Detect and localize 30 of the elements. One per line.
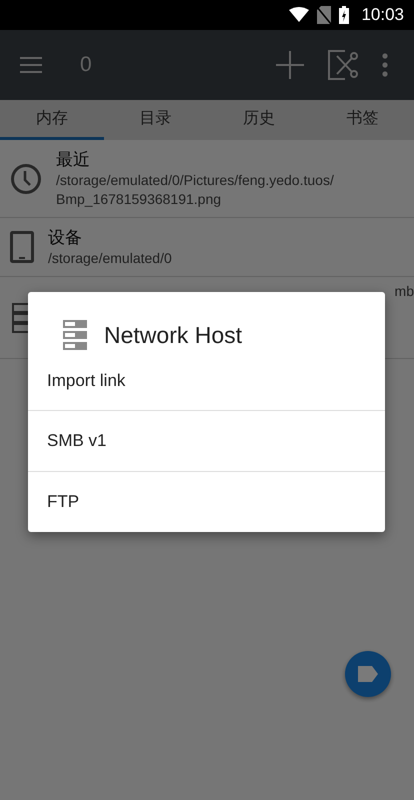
entry-path: /storage/emulated/0 <box>48 249 173 268</box>
clock-icon <box>10 162 42 194</box>
tab[interactable]: 历史 <box>207 100 310 140</box>
tab[interactable]: 内存 <box>0 100 104 140</box>
more-icon <box>382 53 388 77</box>
action-button[interactable] <box>345 651 391 697</box>
tab[interactable]: 书签 <box>310 100 414 140</box>
server-icon <box>63 320 87 350</box>
dialog-option[interactable]: Import link <box>28 364 385 410</box>
server-icon <box>12 302 30 332</box>
tab[interactable]: 目录 <box>104 100 207 140</box>
tablet-icon <box>10 231 34 263</box>
status-time: 10:03 <box>361 5 404 25</box>
scissors-icon <box>328 50 358 80</box>
dialog-option[interactable]: SMB v1 <box>28 410 385 471</box>
entry-path: /storage/emulated/0/Pictures/feng.yedo.tuos/ Bmp_1678159368191.png <box>56 171 335 209</box>
entry-title: 最近 <box>56 149 91 171</box>
toolbar-title: 0 <box>80 53 92 77</box>
no-sim-icon <box>317 6 332 24</box>
battery-charging-icon <box>339 6 350 24</box>
dialog-option[interactable]: FTP <box>28 471 385 532</box>
menu-icon <box>20 57 42 73</box>
list-item[interactable]: 最近 /storage/emulated/0/Pictures/feng.yedo.tuos/ Bmp_1678159368191.png <box>0 140 414 218</box>
plus-icon <box>276 51 304 79</box>
wifi-icon <box>289 7 310 23</box>
dialog-title: Network Host <box>104 322 242 348</box>
entry-title: 设备 <box>48 227 83 249</box>
entry-path: mb <box>394 283 414 299</box>
tag-icon <box>358 666 378 682</box>
list-item[interactable]: 设备 /storage/emulated/0 <box>0 218 414 277</box>
